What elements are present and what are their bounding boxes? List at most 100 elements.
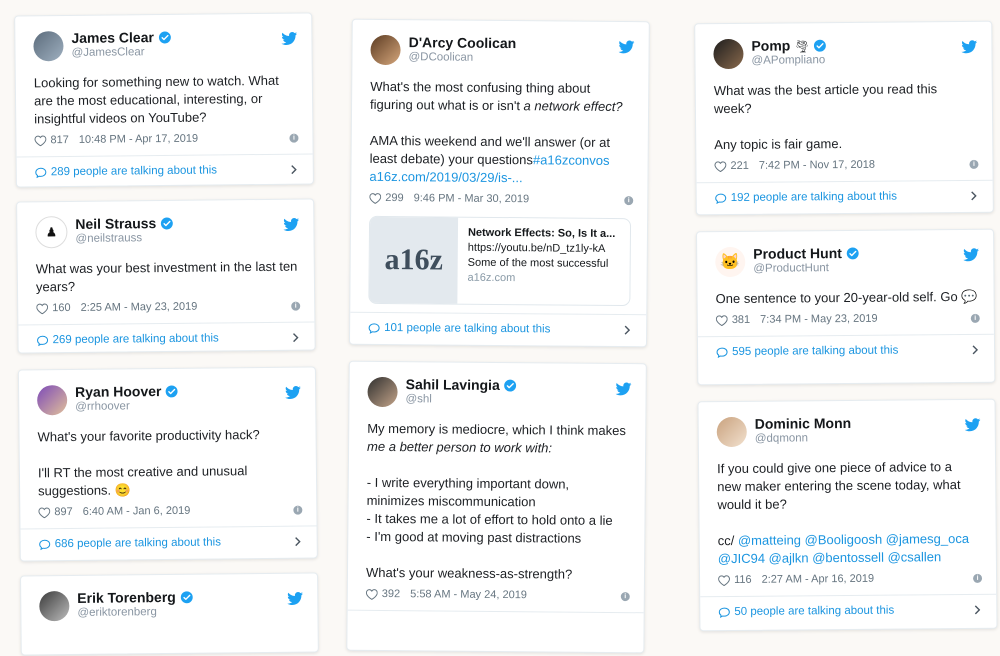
avatar[interactable]: [370, 34, 401, 66]
author-handle[interactable]: @eriktorenberg: [77, 605, 193, 621]
chevron-right-icon[interactable]: [972, 345, 978, 355]
twitter-bird-icon[interactable]: [616, 382, 632, 396]
twitter-bird-icon[interactable]: [287, 592, 303, 606]
author-handle[interactable]: @rrhoover: [75, 399, 179, 415]
timestamp[interactable]: 7:42 PM - Nov 17, 2018: [759, 159, 875, 172]
talking-link[interactable]: 686 people are talking about this: [20, 525, 317, 560]
chevron-right-icon[interactable]: [291, 165, 297, 175]
author-name[interactable]: Erik Torenberg: [77, 589, 176, 606]
twitter-bird-icon[interactable]: [619, 40, 635, 54]
tweet-card-dominic-monn[interactable]: Dominic Monn @dqmonn If you could give o…: [697, 398, 998, 632]
url-link[interactable]: a16z.com/2019/03/29/is-...: [369, 169, 522, 185]
tweet-card-neil-strauss[interactable]: ♟ Neil Strauss @neilstrauss What was you…: [16, 198, 316, 354]
author-name[interactable]: Dominic Monn: [755, 415, 852, 432]
twitter-bird-icon[interactable]: [961, 40, 977, 54]
product-hunt-cat-icon[interactable]: 🐱: [715, 246, 746, 278]
mentions-links[interactable]: @matteing @Booligoosh @jamesg_oca @JIC94…: [718, 531, 969, 566]
comment-bubble-icon: [36, 335, 48, 346]
chevron-right-icon[interactable]: [971, 191, 977, 201]
author-name[interactable]: Neil Strauss: [75, 215, 156, 232]
author-name[interactable]: James Clear: [71, 29, 154, 46]
avatar[interactable]: [37, 385, 68, 416]
twitter-bird-icon[interactable]: [963, 248, 979, 262]
info-icon[interactable]: i: [289, 133, 299, 143]
info-icon[interactable]: i: [624, 195, 634, 205]
tweet-card-darcy-coolican[interactable]: D'Arcy Coolican @DCoolican What's the mo…: [348, 18, 650, 348]
tweet-card-sahil-lavingia[interactable]: Sahil Lavingia @shl My memory is mediocr…: [346, 360, 647, 654]
avatar[interactable]: [367, 376, 398, 408]
avatar[interactable]: ♟: [35, 216, 68, 249]
talking-link[interactable]: [347, 609, 644, 644]
heart-icon[interactable]: [38, 507, 50, 518]
tweet-card-erik-torenberg[interactable]: Erik Torenberg @eriktorenberg: [20, 572, 319, 656]
chevron-right-icon[interactable]: [974, 605, 980, 615]
link-preview-card[interactable]: a16z Network Effects: So, Is It a... htt…: [368, 215, 632, 307]
tweet-card-james-clear[interactable]: James Clear @JamesClear Looking for some…: [14, 12, 314, 188]
author-handle[interactable]: @JamesClear: [71, 45, 171, 61]
author-name[interactable]: Sahil Lavingia: [406, 376, 500, 393]
info-icon[interactable]: i: [291, 301, 301, 311]
hashtag-link[interactable]: #a16zconvos: [533, 152, 610, 168]
author-name[interactable]: Pomp: [751, 37, 790, 53]
twitter-bird-icon[interactable]: [965, 418, 981, 432]
tweet-card-product-hunt[interactable]: 🐱 Product Hunt @ProductHunt One sentence…: [696, 228, 996, 386]
author-handle[interactable]: @ProductHunt: [753, 261, 859, 277]
chevron-right-icon[interactable]: [295, 537, 301, 547]
tweet-card-ryan-hoover[interactable]: Ryan Hoover @rrhoover What's your favori…: [17, 366, 318, 562]
author-handle[interactable]: @dqmonn: [755, 431, 852, 447]
tweet-meta: 381 7:34 PM - May 23, 2019 i: [716, 310, 980, 328]
author-name[interactable]: D'Arcy Coolican: [409, 34, 517, 51]
timestamp[interactable]: 9:46 PM - Mar 30, 2019: [414, 192, 530, 205]
talking-text: 50 people are talking about this: [734, 604, 895, 618]
timestamp[interactable]: 6:40 AM - Jan 6, 2019: [83, 505, 191, 518]
tweet-line: One sentence to your 20-year-old self. G…: [715, 289, 958, 307]
timestamp[interactable]: 2:27 AM - Apr 16, 2019: [762, 573, 875, 586]
talking-link[interactable]: 192 people are talking about this: [696, 179, 993, 214]
timestamp[interactable]: 5:58 AM - May 24, 2019: [410, 588, 527, 601]
heart-icon[interactable]: [34, 135, 46, 146]
avatar[interactable]: [33, 31, 64, 62]
chevron-right-icon[interactable]: [292, 333, 298, 343]
chevron-right-icon[interactable]: [624, 325, 630, 335]
tweet-text: What was the best article you read this …: [714, 80, 977, 154]
talking-link[interactable]: 101 people are talking about this: [350, 311, 647, 346]
info-icon[interactable]: i: [969, 159, 979, 169]
heart-icon[interactable]: [714, 161, 726, 172]
tweet-bullet: - I write everything important down, min…: [366, 474, 570, 510]
timestamp[interactable]: 7:34 PM - May 23, 2019: [760, 313, 878, 326]
twitter-bird-icon[interactable]: [285, 386, 301, 400]
heart-icon[interactable]: [36, 303, 48, 314]
author-handle[interactable]: @APompliano: [751, 53, 826, 69]
author-handle[interactable]: @shl: [405, 392, 516, 408]
timestamp[interactable]: 2:25 AM - May 23, 2019: [81, 301, 198, 314]
author-name[interactable]: Product Hunt: [753, 245, 842, 262]
talking-link[interactable]: 595 people are talking about this: [697, 333, 995, 368]
info-icon[interactable]: i: [970, 313, 980, 323]
tweet-line-italic: me a better person to work with:: [367, 438, 553, 456]
talking-link[interactable]: 289 people are talking about this: [16, 153, 313, 188]
heart-icon[interactable]: [369, 192, 381, 203]
author-name[interactable]: Ryan Hoover: [75, 383, 162, 400]
verified-icon: [158, 31, 171, 44]
tweet-card-pomp[interactable]: Pomp 🌪 @APompliano What was the best art…: [694, 20, 994, 216]
talking-text: 595 people are talking about this: [732, 344, 899, 358]
info-icon[interactable]: i: [293, 505, 303, 515]
avatar[interactable]: [716, 416, 747, 448]
talking-link[interactable]: 269 people are talking about this: [18, 321, 315, 354]
twitter-bird-icon[interactable]: [283, 218, 299, 232]
timestamp[interactable]: 10:48 PM - Apr 17, 2019: [79, 133, 198, 146]
twitter-bird-icon[interactable]: [281, 32, 297, 46]
heart-icon[interactable]: [716, 315, 728, 326]
heart-icon[interactable]: [366, 588, 378, 599]
like-count: 160: [52, 301, 71, 315]
tweet-bullet: - I'm good at moving past distractions: [366, 528, 582, 546]
talking-text: 686 people are talking about this: [54, 536, 221, 551]
author-handle[interactable]: @neilstrauss: [75, 231, 173, 247]
info-icon[interactable]: i: [620, 591, 630, 601]
avatar[interactable]: [713, 38, 744, 70]
talking-link[interactable]: 50 people are talking about this: [700, 593, 997, 628]
author-handle[interactable]: @DCoolican: [408, 50, 516, 66]
avatar[interactable]: [39, 591, 70, 622]
info-icon[interactable]: i: [973, 573, 983, 583]
heart-icon[interactable]: [718, 575, 730, 586]
